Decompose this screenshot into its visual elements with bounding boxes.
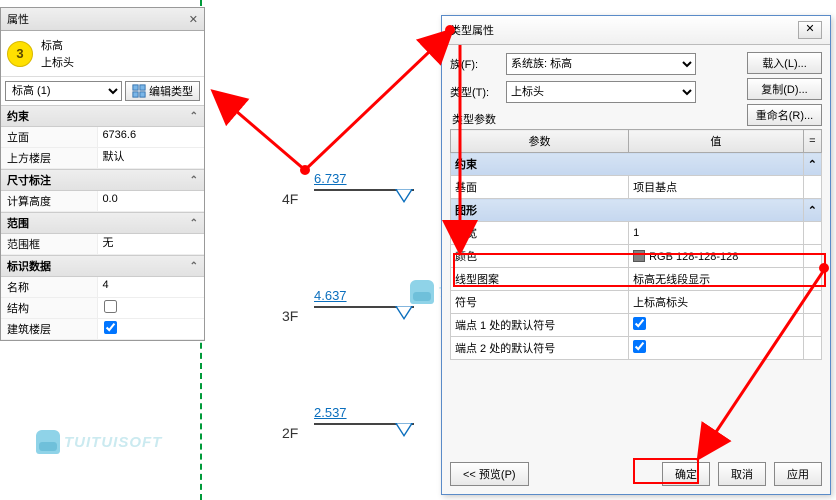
collapse-icon[interactable]: ⌃ <box>190 175 198 186</box>
col-value: 值 <box>629 130 804 153</box>
col-eq: = <box>803 130 821 153</box>
building-story-checkbox[interactable] <box>104 321 117 334</box>
prop-level-above: 上方楼层 <box>1 148 204 169</box>
group-identity[interactable]: 标识数据⌃ <box>1 255 204 277</box>
close-icon[interactable]: ✕ <box>189 13 198 26</box>
watermark-1: TUITUISOFT <box>36 430 162 454</box>
apply-button[interactable]: 应用 <box>774 462 822 486</box>
prop-building-story: 建筑楼层 <box>1 319 204 340</box>
type-line-2: 上标头 <box>41 54 74 70</box>
dialog-title: 类型属性 <box>450 22 494 38</box>
col-param: 参数 <box>451 130 629 153</box>
row-end1: 端点 1 处的默认符号 <box>451 314 822 337</box>
load-button[interactable]: 载入(L)... <box>747 52 822 74</box>
collapse-icon[interactable]: ⌃ <box>190 218 198 229</box>
color-field[interactable]: RGB 128-128-128 <box>629 245 804 268</box>
base-field[interactable]: 项目基点 <box>629 176 804 199</box>
type-properties-dialog: 类型属性 ✕ 族(F): 系统族: 标高 类型(T): 上标头 载入(L)...… <box>441 15 831 495</box>
level-name-2f: 2F <box>282 425 298 441</box>
cancel-button[interactable]: 取消 <box>718 462 766 486</box>
level-dim-3f: 4.637 <box>314 288 347 303</box>
linepattern-field[interactable]: 标高无线段显示 <box>629 268 804 291</box>
color-swatch-icon <box>633 250 645 262</box>
family-label: 族(F): <box>450 56 500 72</box>
type-line-1: 标高 <box>41 37 74 53</box>
level-name-4f[interactable]: 4F <box>282 191 298 207</box>
group-extent[interactable]: 范围⌃ <box>1 212 204 234</box>
duplicate-button[interactable]: 复制(D)... <box>747 78 822 100</box>
group-dim[interactable]: 尺寸标注⌃ <box>1 169 204 191</box>
step-badge-3: 3 <box>7 41 33 67</box>
level-above-field[interactable] <box>102 150 200 162</box>
symbol-field[interactable]: 上标高标头 <box>629 291 804 314</box>
level-name-3f: 3F <box>282 308 298 324</box>
row-linepattern: 线型图案 标高无线段显示 <box>451 268 822 291</box>
level-marker-4f[interactable] <box>395 189 413 203</box>
level-marker-3f <box>395 306 413 320</box>
type-select[interactable]: 上标头 <box>506 81 696 103</box>
properties-title: 属性 <box>7 11 29 27</box>
preview-button[interactable]: << 预览(P) <box>450 462 529 486</box>
rename-button[interactable]: 重命名(R)... <box>747 104 822 126</box>
level-dim-4f[interactable]: 6.737 <box>314 171 347 186</box>
end2-checkbox[interactable] <box>633 340 646 353</box>
family-select[interactable]: 系统族: 标高 <box>506 53 696 75</box>
row-base: 基面 项目基点 <box>451 176 822 199</box>
properties-panel: 属性 ✕ 3 标高 上标头 标高 (1) 编辑类型 约束⌃ 立面 <box>0 7 205 341</box>
type-params-table: 参数 值 = 约束⌃ 基面 项目基点 图形⌃ 线宽 1 颜色 RGB 128-1… <box>450 129 822 360</box>
structural-checkbox[interactable] <box>104 300 117 313</box>
prop-structural: 结构 <box>1 298 204 319</box>
calc-height-field[interactable] <box>102 193 200 205</box>
ok-button[interactable]: 确定 <box>662 462 710 486</box>
name-field[interactable] <box>102 279 200 291</box>
edit-type-icon <box>132 84 146 98</box>
level-marker-2f <box>395 423 413 437</box>
row-symbol: 符号 上标高标头 <box>451 291 822 314</box>
edit-type-label: 编辑类型 <box>149 83 193 99</box>
dialog-titlebar: 类型属性 ✕ <box>442 16 830 45</box>
collapse-icon[interactable]: ⌃ <box>190 261 198 272</box>
end1-checkbox[interactable] <box>633 317 646 330</box>
type-label: 类型(T): <box>450 84 500 100</box>
prop-scope-box: 范围框 <box>1 234 204 255</box>
prop-elevation: 立面 <box>1 127 204 148</box>
close-button[interactable]: ✕ <box>798 21 822 39</box>
grp-constraint[interactable]: 约束 <box>451 153 804 176</box>
row-color: 颜色 RGB 128-128-128 <box>451 245 822 268</box>
prop-calc-height: 计算高度 <box>1 191 204 212</box>
instance-selector[interactable]: 标高 (1) <box>5 81 122 101</box>
type-selector-block: 3 标高 上标头 <box>1 31 204 76</box>
row-end2: 端点 2 处的默认符号 <box>451 337 822 360</box>
collapse-icon[interactable]: ⌃ <box>190 111 198 122</box>
level-dim-2f: 2.537 <box>314 405 347 420</box>
elevation-field[interactable] <box>102 129 200 141</box>
drawing-canvas[interactable]: 6.737 4F 4.637 3F 2.537 2F <box>210 7 440 497</box>
properties-titlebar: 属性 ✕ <box>1 8 204 31</box>
prop-name: 名称 <box>1 277 204 298</box>
scope-box-field[interactable] <box>102 236 200 248</box>
edit-type-button[interactable]: 编辑类型 <box>125 81 200 101</box>
lineweight-field[interactable]: 1 <box>629 222 804 245</box>
group-constraints[interactable]: 约束⌃ <box>1 105 204 127</box>
row-lineweight: 线宽 1 <box>451 222 822 245</box>
grp-graphics[interactable]: 图形 <box>451 199 804 222</box>
